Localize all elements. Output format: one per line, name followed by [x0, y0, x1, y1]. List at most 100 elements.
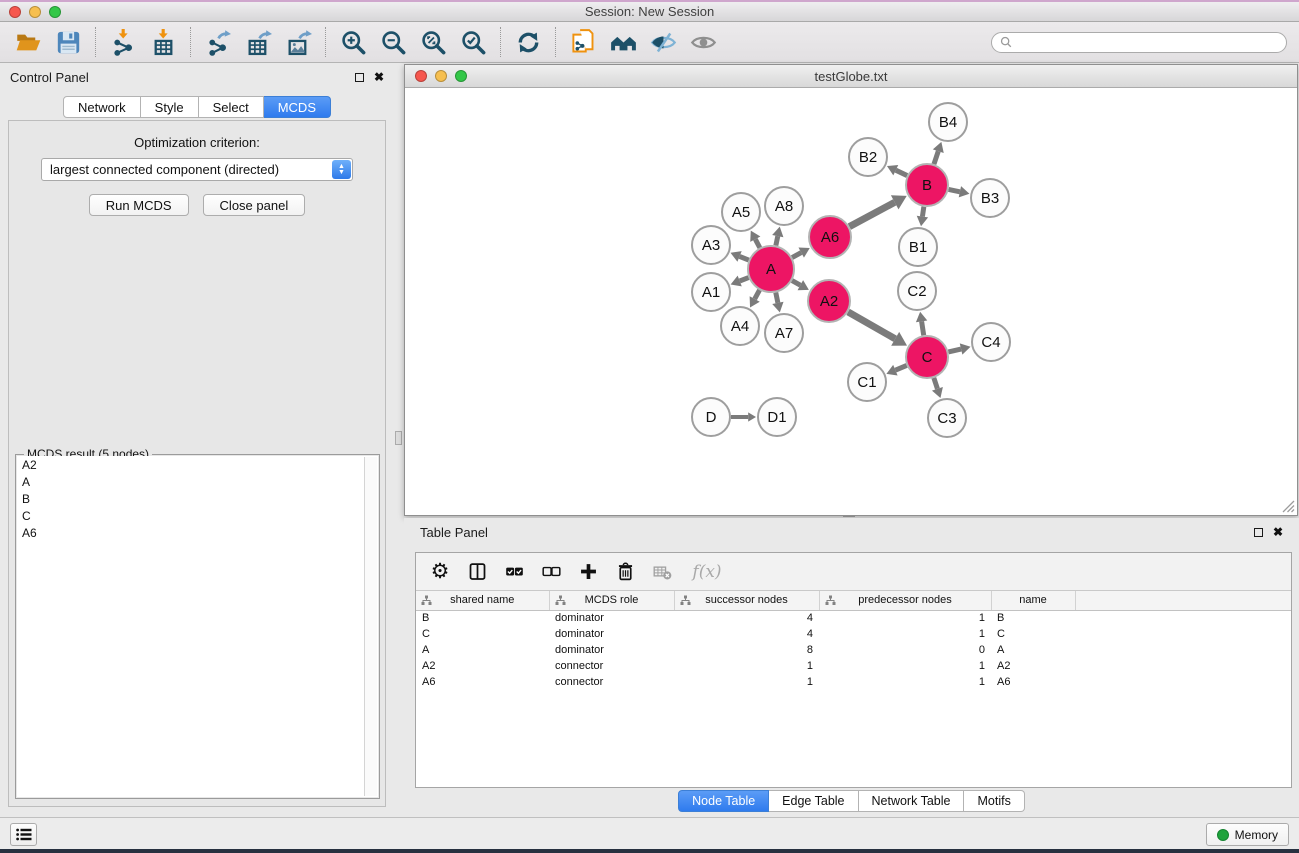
optimization-criterion-select[interactable]: largest connected component (directed) ▲… — [41, 158, 353, 181]
column-header-mcds-role[interactable]: MCDS role — [549, 591, 674, 610]
zoom-selected-icon — [460, 29, 487, 56]
network-window-titlebar[interactable]: testGlobe.txt — [405, 65, 1297, 88]
close-panel-button[interactable]: Close panel — [203, 194, 306, 216]
graph-edge-B-B3[interactable] — [949, 189, 960, 191]
graph-edge-A-A5[interactable] — [755, 239, 760, 248]
list-item[interactable]: A6 — [17, 524, 378, 541]
network-canvas[interactable]: AA1A2A3A4A5A6A7A8BB1B2B3B4CC1C2C3C4DD1 — [405, 88, 1297, 515]
show-columns-button[interactable] — [463, 558, 491, 586]
resize-grip-icon[interactable] — [1281, 499, 1295, 513]
search-field[interactable] — [991, 32, 1287, 53]
show-task-history-button[interactable] — [10, 823, 37, 846]
delete-table-button[interactable] — [648, 558, 676, 586]
save-session-button[interactable] — [48, 25, 88, 59]
zoom-selected-button[interactable] — [453, 25, 493, 59]
show-all-button[interactable] — [603, 25, 643, 59]
close-panel-icon[interactable]: ✖ — [374, 71, 384, 83]
graph-edge-C-C4[interactable] — [948, 349, 961, 352]
hide-selected-button[interactable] — [643, 25, 683, 59]
graph-edge-A-A6[interactable] — [792, 253, 801, 258]
close-table-panel-icon[interactable]: ✖ — [1273, 526, 1283, 538]
graph-edge-A-A1[interactable] — [740, 278, 749, 281]
float-panel-icon[interactable] — [355, 73, 364, 82]
graph-edge-A-A2[interactable] — [792, 281, 800, 286]
column-header-successor-nodes[interactable]: successor nodes — [674, 591, 819, 610]
graph-edge-A-A3[interactable] — [740, 256, 749, 260]
graph-edge-B-B4[interactable] — [934, 151, 938, 164]
export-table-button[interactable] — [238, 25, 278, 59]
graph-edge-A2-C[interactable] — [848, 312, 895, 339]
graph-node-label-D: D — [706, 409, 717, 426]
result-list-scrollbar[interactable] — [364, 457, 377, 796]
memory-button[interactable]: Memory — [1206, 823, 1289, 846]
zoom-out-icon — [380, 29, 407, 56]
export-network-button[interactable] — [198, 25, 238, 59]
table-row[interactable]: B dominator 4 1 B — [416, 610, 1291, 626]
tab-node-table[interactable]: Node Table — [678, 790, 769, 812]
delete-column-button[interactable] — [611, 558, 639, 586]
graph-node-label-C3: C3 — [937, 410, 956, 427]
list-icon — [16, 828, 32, 841]
function-builder-button[interactable]: f(x) — [685, 558, 729, 586]
zoom-in-icon — [340, 29, 367, 56]
list-item[interactable]: A — [17, 473, 378, 490]
graph-edge-A-A7[interactable] — [776, 293, 778, 303]
graph-node-label-A3: A3 — [702, 237, 720, 254]
graph-edge-C-C3[interactable] — [934, 378, 938, 389]
export-image-button[interactable] — [278, 25, 318, 59]
list-item[interactable]: B — [17, 490, 378, 507]
graph-edge-A-A8[interactable] — [776, 236, 778, 245]
zoom-fit-button[interactable] — [413, 25, 453, 59]
refresh-layout-button[interactable] — [508, 25, 548, 59]
run-mcds-button[interactable]: Run MCDS — [89, 194, 189, 216]
zoom-in-button[interactable] — [333, 25, 373, 59]
graph-edge-A6-B[interactable] — [849, 202, 894, 226]
tab-mcds[interactable]: MCDS — [264, 96, 331, 118]
tab-motifs[interactable]: Motifs — [964, 790, 1024, 812]
graph-edge-C-C1[interactable] — [895, 365, 906, 370]
open-session-button[interactable] — [8, 25, 48, 59]
graph-node-label-A4: A4 — [731, 318, 749, 335]
graph-node-label-B4: B4 — [939, 114, 957, 131]
table-row[interactable]: A2 connector 1 1 A2 — [416, 658, 1291, 674]
table-row[interactable]: A dominator 8 0 A — [416, 642, 1291, 658]
tab-network-table[interactable]: Network Table — [859, 790, 965, 812]
main-toolbar — [0, 22, 1299, 63]
graph-edge-B-B1[interactable] — [922, 207, 923, 217]
graph-edge-arrowhead — [916, 312, 927, 323]
tab-select[interactable]: Select — [199, 96, 264, 118]
zoom-out-button[interactable] — [373, 25, 413, 59]
tab-network[interactable]: Network — [63, 96, 141, 118]
columns-icon — [467, 561, 488, 582]
import-table-icon — [150, 29, 177, 56]
table-settings-button[interactable]: ⚙ — [426, 558, 454, 586]
tab-edge-table[interactable]: Edge Table — [769, 790, 858, 812]
add-column-button[interactable] — [574, 558, 602, 586]
select-all-button[interactable] — [500, 558, 528, 586]
unselect-all-button[interactable] — [537, 558, 565, 586]
clone-network-button[interactable] — [563, 25, 603, 59]
graph-edge-A-A4[interactable] — [755, 290, 760, 299]
list-item[interactable]: A2 — [17, 456, 378, 473]
column-header-shared-name[interactable]: shared name — [416, 591, 549, 610]
column-header-predecessor-nodes[interactable]: predecessor nodes — [819, 591, 991, 610]
graph-node-label-B: B — [922, 177, 932, 194]
graph-edge-arrowhead — [959, 186, 970, 197]
list-item[interactable]: C — [17, 507, 378, 524]
table-row[interactable]: A6 connector 1 1 A6 — [416, 674, 1291, 690]
eye-icon — [690, 29, 717, 56]
search-input[interactable] — [1017, 35, 1278, 49]
tab-style[interactable]: Style — [141, 96, 199, 118]
table-row[interactable]: C dominator 4 1 C — [416, 626, 1291, 642]
import-table-button[interactable] — [143, 25, 183, 59]
vertical-splitter-handle[interactable] — [395, 431, 402, 445]
graph-edge-C-C2[interactable] — [922, 321, 924, 335]
float-table-panel-icon[interactable] — [1254, 528, 1263, 537]
graph-node-label-C1: C1 — [857, 374, 876, 391]
show-hidden-button[interactable] — [683, 25, 723, 59]
import-network-button[interactable] — [103, 25, 143, 59]
graph-node-label-A8: A8 — [775, 198, 793, 215]
column-header-name[interactable]: name — [991, 591, 1075, 610]
toolbar-separator — [325, 27, 326, 57]
graph-edge-B-B2[interactable] — [896, 170, 907, 175]
